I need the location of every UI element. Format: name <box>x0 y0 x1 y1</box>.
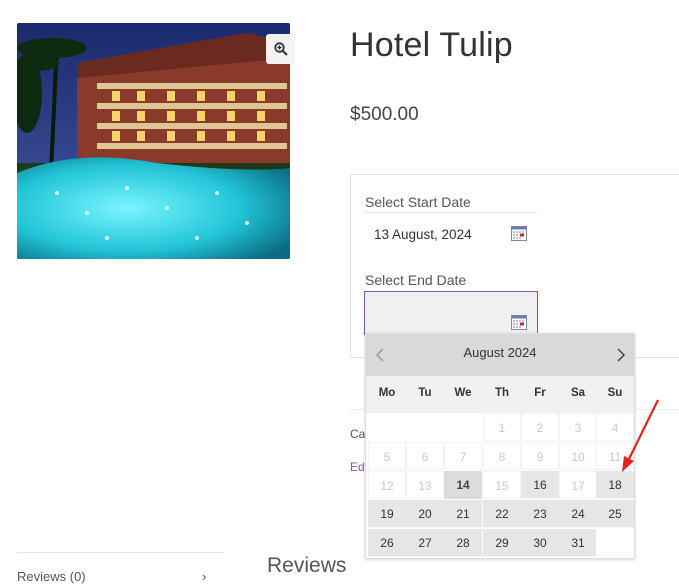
day-empty <box>596 529 634 557</box>
weekday-we: We <box>454 387 472 399</box>
day-15: 15 <box>483 471 521 499</box>
start-date-value: 13 August, 2024 <box>374 227 472 242</box>
product-title: Hotel Tulip <box>350 26 513 64</box>
start-date-label: Select Start Date <box>365 194 471 210</box>
weekday-fr: Fr <box>534 387 546 399</box>
weekday-tu: Tu <box>418 387 432 399</box>
day-21[interactable]: 21 <box>444 500 482 528</box>
day-18[interactable]: 18 <box>596 471 634 499</box>
day-31[interactable]: 31 <box>559 529 597 557</box>
day-13: 13 <box>406 471 444 499</box>
product-image[interactable] <box>17 23 290 259</box>
calendar-icon[interactable] <box>511 315 527 330</box>
day-12: 12 <box>368 471 406 499</box>
reviews-heading: Reviews <box>267 554 347 577</box>
chevron-right-icon[interactable] <box>613 346 629 364</box>
day-5: 5 <box>368 442 406 470</box>
weekday-sa: Sa <box>570 387 586 399</box>
day-26[interactable]: 26 <box>368 529 406 557</box>
datepicker-weekday-row: Mo Tu We Th Fr Sa Su <box>366 376 634 413</box>
datepicker-month-title: August 2024 <box>463 345 537 360</box>
day-6: 6 <box>406 442 444 470</box>
end-date-label: Select End Date <box>365 272 467 288</box>
day-16[interactable]: 16 <box>521 471 559 499</box>
tabs-divider <box>17 552 224 553</box>
day-3: 3 <box>559 413 597 441</box>
start-date-input[interactable]: 13 August, 2024 <box>365 212 537 255</box>
day-20[interactable]: 20 <box>406 500 444 528</box>
hotel-photo <box>17 23 290 259</box>
day-empty <box>444 413 482 441</box>
day-28[interactable]: 28 <box>444 529 482 557</box>
day-27[interactable]: 27 <box>406 529 444 557</box>
end-date-input[interactable] <box>364 291 538 335</box>
day-17: 17 <box>559 471 597 499</box>
calendar-icon[interactable] <box>511 226 527 241</box>
day-10: 10 <box>559 442 597 470</box>
day-empty <box>368 413 406 441</box>
day-7: 7 <box>444 442 482 470</box>
day-29[interactable]: 29 <box>483 529 521 557</box>
zoom-in-icon <box>273 42 288 56</box>
day-14[interactable]: 14 <box>444 471 482 499</box>
zoom-button[interactable] <box>266 34 295 64</box>
day-empty <box>406 413 444 441</box>
day-23[interactable]: 23 <box>521 500 559 528</box>
day-22[interactable]: 22 <box>483 500 521 528</box>
day-2: 2 <box>521 413 559 441</box>
day-19[interactable]: 19 <box>368 500 406 528</box>
weekday-th: Th <box>494 387 510 399</box>
day-1: 1 <box>483 413 521 441</box>
weekday-mo: Mo <box>378 387 396 399</box>
datepicker-popup: August 2024 Mo Tu We Th Fr Sa Su 1 2 3 4 5 6 7 8 9 10 11… <box>365 333 635 559</box>
day-9: 9 <box>521 442 559 470</box>
datepicker-header: August 2024 <box>366 334 634 376</box>
day-8: 8 <box>483 442 521 470</box>
annotation-arrow-icon <box>622 399 659 472</box>
day-25[interactable]: 25 <box>596 500 634 528</box>
product-price: $500.00 <box>350 104 419 125</box>
day-24[interactable]: 24 <box>559 500 597 528</box>
day-30[interactable]: 30 <box>521 529 559 557</box>
